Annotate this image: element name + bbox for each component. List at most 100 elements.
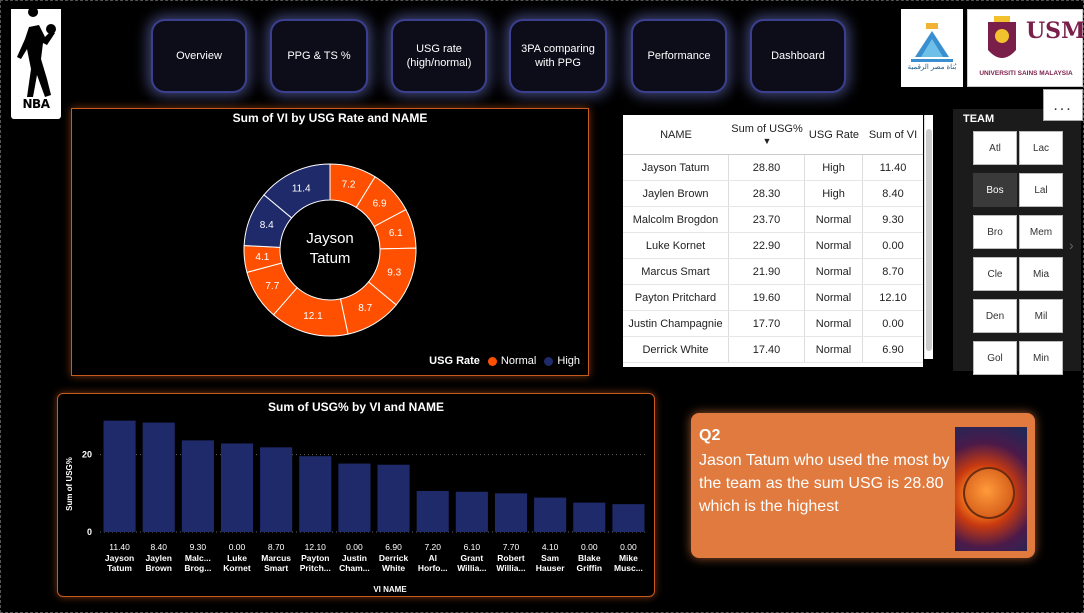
donut-data-label: 4.1 — [255, 252, 269, 263]
cell-usg-rate: Normal — [805, 285, 863, 310]
legend-high-label[interactable]: High — [557, 355, 580, 367]
team-option-mia[interactable]: Mia — [1019, 257, 1063, 291]
nav-dashboard-button[interactable]: Dashboard — [750, 19, 846, 93]
x-tick-vi-label: 6.90 — [385, 542, 402, 552]
bar[interactable] — [534, 497, 567, 532]
team-option-mil[interactable]: Mil — [1019, 299, 1063, 333]
cell-name: Jaylen Brown — [623, 181, 729, 206]
player-table[interactable]: NAME Sum of USG% ▼ USG Rate Sum of VI Ja… — [623, 115, 923, 367]
x-tick-vi-label: 0.00 — [581, 542, 598, 552]
col-header-name[interactable]: NAME — [623, 115, 729, 154]
cell-usg: 23.70 — [729, 207, 805, 232]
bar[interactable] — [455, 491, 488, 532]
team-option-atl[interactable]: Atl — [973, 131, 1017, 165]
legend-normal-label[interactable]: Normal — [501, 355, 536, 367]
bar[interactable] — [142, 422, 175, 532]
bar-chart[interactable]: Sum of USG% 0 20 11.40JaysonTatum 8.40Jaylen… — [58, 394, 656, 598]
x-tick-name-label: Sam — [541, 553, 559, 563]
bar[interactable] — [220, 443, 254, 532]
nav-overview-button[interactable]: Overview — [151, 19, 247, 93]
cell-usg-rate: Normal — [805, 233, 863, 258]
donut-data-label: 7.7 — [265, 281, 279, 292]
x-tick-vi-label: 11.40 — [109, 542, 130, 552]
col-header-usg-rate[interactable]: USG Rate — [805, 115, 863, 154]
x-tick-vi-label: 4.10 — [542, 542, 559, 552]
x-tick-name-label: Al — [428, 553, 437, 563]
x-tick-name-label: Smart — [264, 563, 288, 573]
x-tick-vi-label: 12.10 — [305, 542, 327, 552]
cell-usg: 21.90 — [729, 259, 805, 284]
bar[interactable] — [299, 456, 332, 532]
cell-vi: 0.00 — [882, 239, 904, 252]
team-slicer-title: TEAM — [963, 113, 995, 125]
col-header-vi[interactable]: Sum of VI — [863, 115, 923, 154]
bar[interactable] — [338, 463, 371, 532]
table-row[interactable]: Payton Pritchard 19.60 Normal 12.10 — [623, 285, 923, 311]
cell-name: Malcolm Brogdon — [623, 207, 729, 232]
x-tick-name-label: Willia... — [457, 563, 486, 573]
team-option-lal[interactable]: Lal — [1019, 173, 1063, 207]
x-tick-name-label: Horfo... — [418, 563, 448, 573]
table-scrollbar[interactable] — [924, 115, 933, 359]
cell-usg-rate: Normal — [805, 259, 863, 284]
donut-data-label: 7.2 — [342, 180, 356, 191]
egypt-builders-emblem-icon — [911, 23, 953, 62]
table-row[interactable]: Luke Kornet 22.90 Normal 0.00 — [623, 233, 923, 259]
q2-title: Q2 — [699, 427, 721, 444]
table-row[interactable]: Jaylen Brown 28.30 High 8.40 — [623, 181, 923, 207]
table-row[interactable]: Marcus Smart 21.90 Normal 8.70 — [623, 259, 923, 285]
team-option-lac[interactable]: Lac — [1019, 131, 1063, 165]
x-tick-name-label: Hauser — [536, 563, 566, 573]
nav-3pa-button[interactable]: 3PA comparing with PPG — [509, 19, 607, 93]
cell-vi: 0.00 — [882, 317, 904, 330]
team-option-den[interactable]: Den — [973, 299, 1017, 333]
x-tick-vi-label: 0.00 — [620, 542, 637, 552]
col-header-usg[interactable]: Sum of USG% ▼ — [729, 115, 805, 154]
bar[interactable] — [612, 504, 645, 532]
team-option-gol[interactable]: Gol — [973, 341, 1017, 375]
cell-name: Marcus Smart — [623, 259, 729, 284]
cell-name: Justin Champagnie — [623, 311, 729, 336]
x-axis-title: VI NAME — [373, 585, 407, 594]
team-option-min[interactable]: Min — [1019, 341, 1063, 375]
bar[interactable] — [260, 447, 293, 532]
table-body: Jayson Tatum 28.80 High 11.40 Jaylen Brown 28… — [623, 155, 923, 363]
x-tick-name-label: Justin — [342, 553, 367, 563]
bar[interactable] — [573, 502, 606, 532]
cell-vi: 9.30 — [882, 213, 904, 226]
bar[interactable] — [494, 493, 528, 532]
legend-high-swatch — [544, 356, 554, 366]
table-row[interactable]: Jayson Tatum 28.80 High 11.40 — [623, 155, 923, 181]
cell-usg: 19.60 — [729, 285, 805, 310]
legend-title: USG Rate — [429, 355, 480, 367]
basketball-icon — [963, 467, 1015, 519]
cell-usg-rate: High — [805, 155, 863, 180]
team-option-cle[interactable]: Cle — [973, 257, 1017, 291]
flaming-basketball-image — [955, 427, 1027, 551]
team-option-bro[interactable]: Bro — [973, 215, 1017, 249]
more-options-button[interactable]: ... — [1043, 89, 1083, 121]
x-tick-vi-label: 8.40 — [150, 542, 167, 552]
donut-data-label: 6.1 — [389, 228, 403, 239]
table-row[interactable]: Malcolm Brogdon 23.70 Normal 9.30 — [623, 207, 923, 233]
x-tick-name-label: Jayson — [105, 553, 134, 563]
nav-ppg-ts-button[interactable]: PPG & TS % — [270, 19, 368, 93]
team-option-bos[interactable]: Bos — [973, 173, 1017, 207]
bar[interactable] — [377, 464, 410, 532]
nav-performance-button[interactable]: Performance — [631, 19, 727, 93]
table-row[interactable]: Derrick White 17.40 Normal 6.90 — [623, 337, 923, 363]
bar[interactable] — [103, 420, 136, 532]
cell-vi: 8.70 — [882, 265, 904, 278]
table-row[interactable]: Justin Champagnie 17.70 Normal 0.00 — [623, 311, 923, 337]
x-tick-name-label: Payton — [301, 553, 329, 563]
donut-chart-panel: Sum of VI by USG Rate and NAME 7.2 6.9 6.1… — [71, 108, 589, 376]
cell-vi: 11.40 — [879, 161, 907, 174]
nav-usg-rate-button[interactable]: USG rate (high/normal) — [391, 19, 487, 93]
table-scrollbar-thumb[interactable] — [926, 129, 932, 351]
x-tick-name-label: Derrick — [379, 553, 409, 563]
bar[interactable] — [181, 440, 214, 532]
cell-vi: 8.40 — [882, 187, 904, 200]
chevron-right-icon[interactable]: › — [1069, 237, 1074, 253]
team-option-mem[interactable]: Mem — [1019, 215, 1063, 249]
bar[interactable] — [416, 491, 449, 532]
